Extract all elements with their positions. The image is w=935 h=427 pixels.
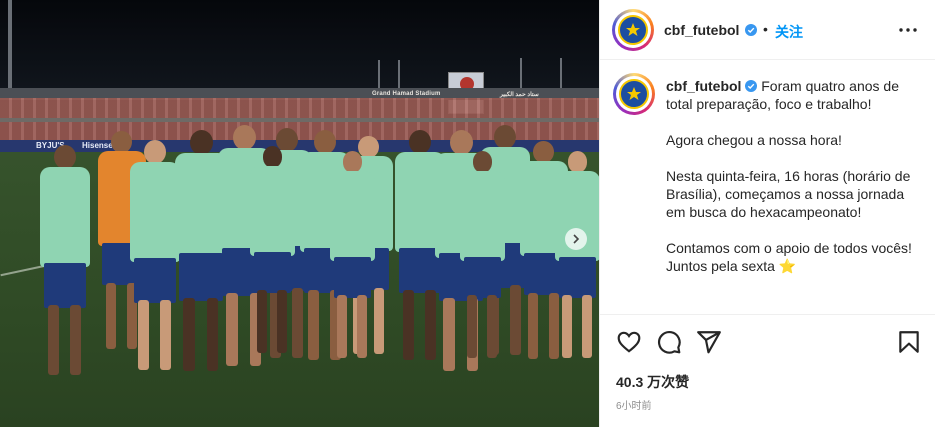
heart-icon[interactable]: [616, 329, 642, 355]
stadium-sign-en: Grand Hamad Stadium: [372, 91, 441, 97]
more-horizontal-icon: [899, 28, 917, 32]
post-actions: 40.3 万次赞 6小时前: [600, 314, 935, 427]
header-username[interactable]: cbf_futebol: [664, 22, 739, 38]
stand-tier: [0, 118, 599, 122]
bookmark-icon[interactable]: [896, 329, 922, 355]
follow-button[interactable]: 关注: [775, 22, 803, 42]
star-emoji: ⭐: [778, 258, 797, 274]
post-side-panel: cbf_futebol • 关注 cbf_futebol Foram quatr…: [599, 0, 935, 427]
header-separator: •: [763, 21, 768, 37]
floodlight-pole: [8, 0, 12, 94]
chevron-right-icon: [573, 234, 580, 244]
like-count[interactable]: 40.3 万次赞: [616, 372, 689, 392]
post-caption: cbf_futebol Foram quatro anos de total p…: [666, 77, 916, 293]
send-icon[interactable]: [696, 329, 722, 355]
caption-line: Nesta quinta-feira, 16 horas (horário de…: [666, 168, 911, 220]
cbf-crest-icon: [618, 15, 648, 45]
verified-badge-icon: [745, 24, 757, 36]
ad-text-hisense: Hisense: [82, 141, 113, 150]
caption-username[interactable]: cbf_futebol: [666, 78, 741, 94]
caption-avatar[interactable]: [613, 73, 655, 115]
post-timestamp[interactable]: 6小时前: [616, 397, 652, 412]
profile-avatar[interactable]: [612, 9, 654, 51]
caption-line: Agora chegou a nossa hora!: [666, 132, 842, 148]
verified-badge-icon: [745, 80, 758, 92]
carousel-next-button[interactable]: [565, 228, 587, 250]
cbf-crest-icon: [619, 79, 649, 109]
stadium-sign-ar: ستاد حمد الكبير: [500, 92, 539, 98]
post-header: cbf_futebol • 关注: [600, 0, 935, 60]
post-photo[interactable]: Grand Hamad Stadium ستاد حمد الكبير BYJU…: [0, 0, 599, 427]
comment-icon[interactable]: [656, 329, 682, 355]
more-options-button[interactable]: [896, 20, 920, 40]
